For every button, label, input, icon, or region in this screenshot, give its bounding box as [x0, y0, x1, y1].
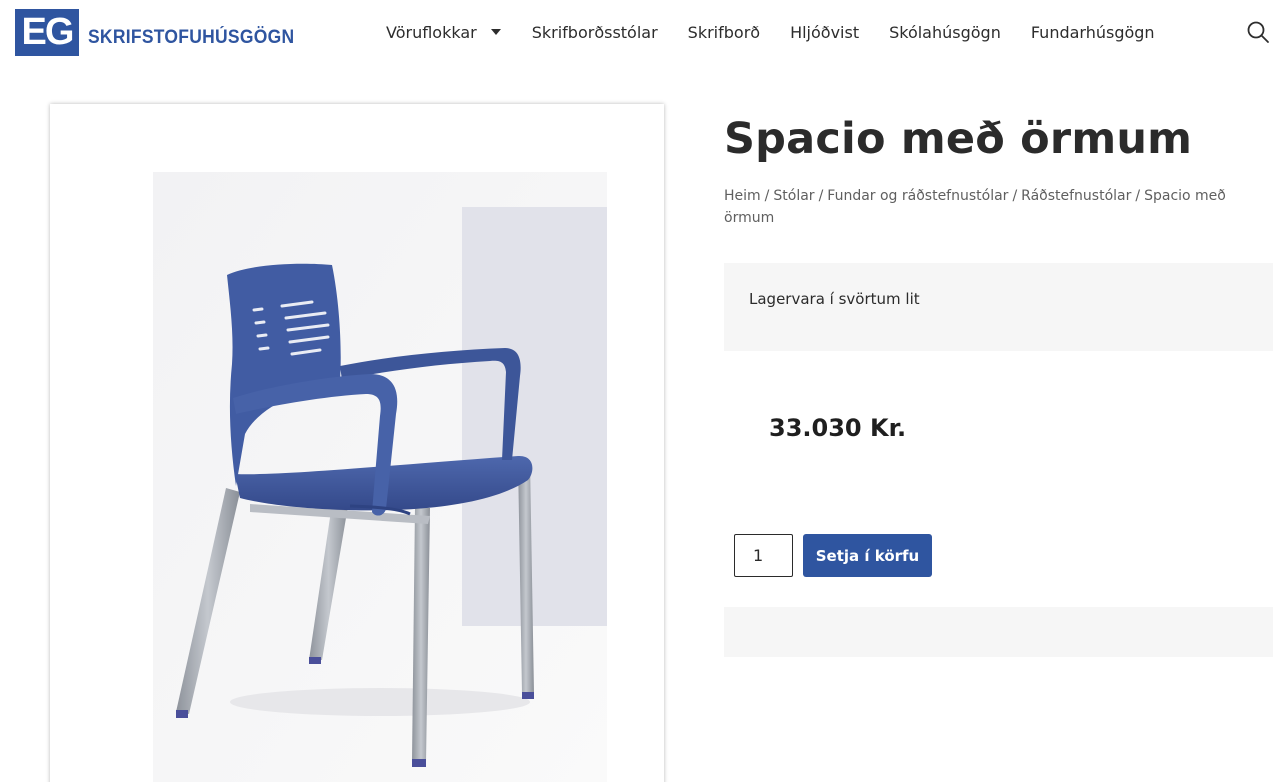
breadcrumb: Heim / Stólar / Fundar og ráðstefnustólar / Rá…	[724, 185, 1269, 229]
nav-item-label: Hljóðvist	[790, 22, 860, 42]
add-to-cart-button[interactable]: Setja í körfu	[803, 534, 932, 577]
breadcrumb-stolar[interactable]: Stólar	[773, 188, 814, 204]
nav-item-label: Vöruflokkar	[386, 22, 477, 42]
nav-item-skrifbordsstolar[interactable]: Skrifborðsstólar	[532, 23, 658, 42]
breadcrumb-separator: /	[1012, 188, 1018, 204]
product-price: 33.030 Kr.	[769, 414, 907, 442]
quantity-input[interactable]	[734, 534, 793, 577]
nav-item-voruflokkar[interactable]: Vöruflokkar	[386, 23, 501, 42]
nav-item-fundarhusgogn[interactable]: Fundarhúsgögn	[1031, 23, 1155, 42]
nav-item-skolahusgogn[interactable]: Skólahúsgögn	[889, 23, 1001, 42]
nav-item-skrifbord[interactable]: Skrifborð	[688, 23, 760, 42]
stock-note-box: Lagervara í svörtum lit	[724, 263, 1273, 351]
breadcrumb-radstefnustolar[interactable]: Ráðstefnustólar	[1021, 188, 1131, 204]
nav-item-label: Skólahúsgögn	[889, 22, 1001, 42]
chair-illustration	[153, 172, 607, 782]
main-nav: Vöruflokkar Skrifborðsstólar Skrifborð H…	[386, 20, 1155, 44]
product-title: Spacio með örmum	[724, 114, 1193, 164]
logo-mark: EG	[15, 9, 79, 56]
product-image[interactable]	[50, 104, 664, 782]
breadcrumb-separator: /	[818, 188, 824, 204]
breadcrumb-home[interactable]: Heim	[724, 188, 761, 204]
nav-item-hljodvist[interactable]: Hljóðvist	[790, 23, 859, 42]
logo-text: SKRIFSTOFUHÚSGÖGN	[88, 26, 295, 48]
search-icon[interactable]	[1246, 20, 1270, 44]
breadcrumb-separator: /	[764, 188, 770, 204]
brand-logo[interactable]: EG SKRIFSTOFUHÚSGÖGN	[15, 9, 312, 56]
product-meta-box	[724, 607, 1273, 657]
breadcrumb-fundar[interactable]: Fundar og ráðstefnustólar	[827, 188, 1008, 204]
stock-note: Lagervara í svörtum lit	[749, 290, 920, 308]
breadcrumb-separator: /	[1135, 188, 1141, 204]
nav-item-label: Skrifborðsstólar	[531, 22, 658, 42]
nav-item-label: Fundarhúsgögn	[1030, 22, 1155, 42]
caret-down-icon	[490, 29, 501, 35]
nav-item-label: Skrifborð	[687, 22, 761, 42]
